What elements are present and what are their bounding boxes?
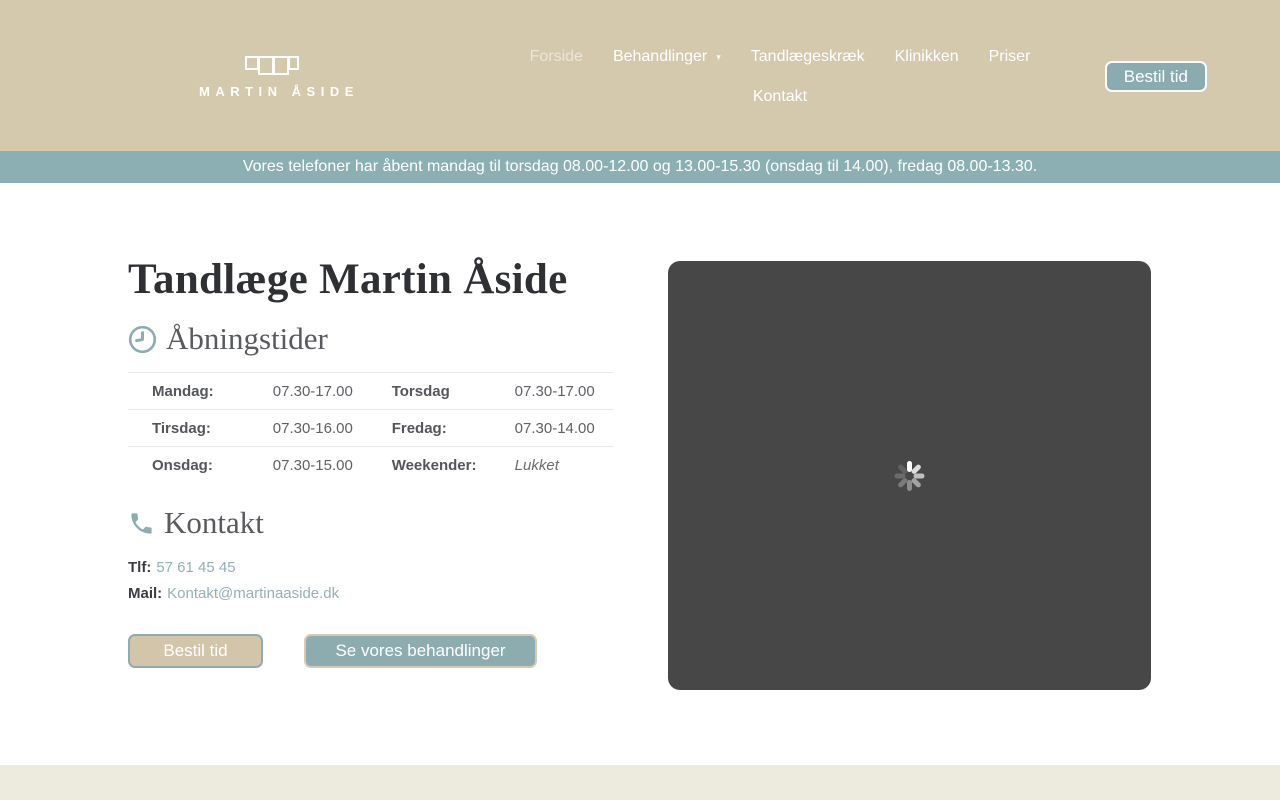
contact-heading: Kontakt bbox=[128, 505, 613, 541]
opening-hours-table: Mandag: 07.30-17.00 Torsdag 07.30-17.00 … bbox=[128, 372, 613, 483]
day-hours: 07.30-16.00 bbox=[272, 409, 392, 447]
phone-row: Tlf: 57 61 45 45 bbox=[128, 559, 613, 576]
teeth-logo-icon bbox=[199, 56, 345, 77]
day-hours: 07.30-15.00 bbox=[272, 446, 392, 483]
day-label: Weekender: bbox=[391, 446, 515, 483]
nav-item-label: Behandlinger bbox=[612, 48, 708, 65]
mail-label: Mail: bbox=[128, 585, 163, 602]
section-title: Åbningstider bbox=[166, 321, 328, 356]
phone-icon bbox=[131, 512, 152, 534]
announcement-bar: Vores telefoner har åbent mandag til tor… bbox=[0, 151, 1280, 183]
see-treatments-button[interactable]: Se vores behandlinger bbox=[304, 634, 537, 668]
book-appointment-button-secondary[interactable]: Bestil tid bbox=[128, 634, 263, 668]
nav-item-forside[interactable]: Forside bbox=[530, 37, 583, 77]
day-hours: 07.30-14.00 bbox=[514, 409, 613, 447]
phone-link[interactable]: 57 61 45 45 bbox=[156, 559, 235, 576]
mail-link[interactable]: Kontakt@martinaaside.dk bbox=[167, 585, 339, 602]
day-label: Fredag: bbox=[391, 409, 515, 447]
day-label: Onsdag: bbox=[128, 446, 273, 483]
table-row: Onsdag: 07.30-15.00 Weekender: Lukket bbox=[128, 446, 613, 483]
loading-spinner-icon bbox=[888, 454, 932, 498]
site-header: MARTIN ÅSIDE Forside Behandlinger ▾ Tandl… bbox=[0, 0, 1280, 151]
book-appointment-button[interactable]: Bestil tid bbox=[1104, 61, 1207, 92]
day-hours: 07.30-17.00 bbox=[514, 372, 613, 410]
table-row: Mandag: 07.30-17.00 Torsdag 07.30-17.00 bbox=[128, 372, 613, 410]
logo-text: MARTIN ÅSIDE bbox=[199, 84, 359, 99]
footer-band bbox=[0, 765, 1280, 800]
phone-label: Tlf: bbox=[128, 559, 152, 576]
day-label: Mandag: bbox=[128, 372, 273, 410]
mail-row: Mail: Kontakt@martinaaside.dk bbox=[128, 585, 613, 602]
day-label: Torsdag bbox=[391, 372, 515, 410]
nav-item-tandlaegeskraek[interactable]: Tandlægeskræk bbox=[751, 37, 865, 77]
day-hours: Lukket bbox=[514, 446, 613, 483]
page-title: Tandlæge Martin Åside bbox=[128, 256, 568, 303]
main-content: Tandlæge Martin Åside Åbningstider Manda… bbox=[0, 183, 1280, 765]
info-column: Tandlæge Martin Åside Åbningstider Manda… bbox=[128, 255, 613, 668]
section-title: Kontakt bbox=[164, 505, 264, 540]
announcement-text: Vores telefoner har åbent mandag til tor… bbox=[242, 158, 1038, 175]
opening-hours-heading: Åbningstider bbox=[128, 321, 613, 357]
day-hours: 07.30-17.00 bbox=[272, 372, 392, 410]
clock-icon bbox=[128, 325, 157, 353]
nav-item-behandlinger[interactable]: Behandlinger ▾ bbox=[613, 37, 721, 77]
cta-row: Bestil tid Se vores behandlinger bbox=[128, 634, 613, 668]
nav-item-priser[interactable]: Priser bbox=[989, 37, 1031, 77]
chevron-down-icon: ▾ bbox=[716, 52, 721, 62]
nav-item-klinikken[interactable]: Klinikken bbox=[895, 37, 959, 77]
main-nav: Forside Behandlinger ▾ Tandlægeskræk Klin… bbox=[495, 37, 1065, 117]
logo[interactable]: MARTIN ÅSIDE bbox=[199, 56, 359, 99]
day-label: Tirsdag: bbox=[128, 409, 273, 447]
nav-item-kontakt[interactable]: Kontakt bbox=[753, 77, 807, 117]
table-row: Tirsdag: 07.30-16.00 Fredag: 07.30-14.00 bbox=[128, 409, 613, 447]
video-placeholder[interactable] bbox=[668, 261, 1151, 690]
